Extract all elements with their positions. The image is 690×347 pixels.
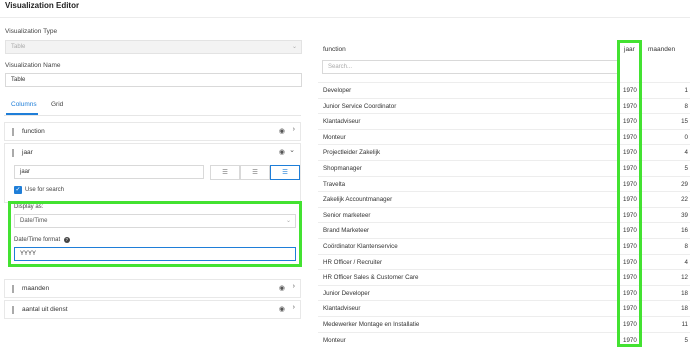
tab-grid[interactable]: Grid xyxy=(51,101,63,108)
column-title-input[interactable]: jaar xyxy=(14,165,204,179)
header-function[interactable]: function xyxy=(323,38,346,60)
chevron-right-icon[interactable]: › xyxy=(293,304,295,311)
column-item-maanden[interactable]: maanden ◉ › xyxy=(4,279,301,298)
cell-maanden: 16 xyxy=(681,227,688,235)
active-tab-indicator xyxy=(6,113,38,115)
cell-maanden: 0 xyxy=(684,133,688,141)
cell-maanden: 18 xyxy=(681,305,688,313)
cell-function: Medewerker Montage en Installatie xyxy=(323,321,420,328)
column-label: aantal uit dienst xyxy=(22,306,68,313)
cell-maanden: 8 xyxy=(684,102,688,110)
cell-function: Klantadviseur xyxy=(323,118,361,126)
tab-columns[interactable]: Columns xyxy=(11,101,37,108)
cell-function: Klantadviseur xyxy=(323,305,361,313)
cell-maanden: 5 xyxy=(684,336,688,344)
drag-handle-icon[interactable] xyxy=(12,149,14,157)
vis-type-select[interactable]: Table ⌄ xyxy=(5,40,302,54)
header-maanden[interactable]: maanden xyxy=(648,38,675,60)
highlight-box xyxy=(8,201,302,267)
drag-handle-icon[interactable] xyxy=(12,128,14,136)
chevron-down-icon: ⌄ xyxy=(291,44,297,50)
cell-maanden: 22 xyxy=(681,196,688,204)
cell-function: Monteur xyxy=(323,336,346,344)
cell-maanden: 39 xyxy=(681,211,688,219)
editor-tabs: Columns Grid xyxy=(4,100,301,116)
cell-function: Senior marketeer xyxy=(323,211,371,219)
drag-handle-icon[interactable] xyxy=(12,306,14,314)
cell-function: HR Officer Sales & Customer Care xyxy=(323,274,419,282)
cell-function: Zakelijk Accountmanager xyxy=(323,196,393,204)
align-right-button[interactable]: ☰ xyxy=(270,165,300,180)
cell-maanden: 29 xyxy=(681,180,688,188)
cell-maanden: 8 xyxy=(684,243,688,250)
eye-icon[interactable]: ◉ xyxy=(279,127,285,135)
column-item-aantal-uit-dienst[interactable]: aantal uit dienst ◉ › xyxy=(4,300,301,319)
cell-function: Travelta xyxy=(323,180,346,188)
table-preview: function jaar maanden Search... Develope… xyxy=(318,38,690,347)
column-label: maanden xyxy=(22,285,50,292)
eye-icon[interactable]: ◉ xyxy=(279,148,285,156)
cell-maanden: 11 xyxy=(681,321,688,328)
cell-maanden: 15 xyxy=(681,118,688,126)
eye-icon[interactable]: ◉ xyxy=(279,284,285,292)
vis-name-input[interactable]: Table xyxy=(5,73,302,87)
column-item-function[interactable]: function ◉ › xyxy=(4,122,301,141)
cell-maanden: 12 xyxy=(681,274,688,282)
align-center-button[interactable]: ☰ xyxy=(240,165,270,180)
chevron-down-icon[interactable]: ⌄ xyxy=(289,146,295,154)
cell-function: HR Officer / Recruiter xyxy=(323,258,383,266)
highlight-column xyxy=(617,40,642,347)
chevron-right-icon[interactable]: › xyxy=(293,283,295,290)
editor-panel: Visualization Type Table ⌄ Visualization… xyxy=(4,18,305,347)
cell-function: Junior Developer xyxy=(323,289,370,297)
table-search-input[interactable]: Search... xyxy=(322,60,619,74)
cell-function: Monteur xyxy=(323,133,346,141)
cell-function: Projectleider Zakelijk xyxy=(323,149,381,157)
cell-maanden: 1 xyxy=(684,87,688,94)
eye-icon[interactable]: ◉ xyxy=(279,305,285,313)
cell-function: Coördinator Klantenservice xyxy=(323,243,398,250)
use-for-search-checkbox[interactable]: ✓ xyxy=(14,186,22,194)
cell-function: Developer xyxy=(323,87,352,94)
vis-type-label: Visualization Type xyxy=(5,28,58,35)
use-for-search-label: Use for search xyxy=(25,187,65,193)
vis-name-label: Visualization Name xyxy=(5,62,61,69)
cell-maanden: 18 xyxy=(681,289,688,297)
cell-function: Junior Service Coordinator xyxy=(323,102,397,110)
chevron-right-icon[interactable]: › xyxy=(293,126,295,133)
column-label: function xyxy=(22,128,45,135)
cell-function: Brand Marketeer xyxy=(323,227,370,235)
cell-maanden: 5 xyxy=(684,165,688,172)
drag-handle-icon[interactable] xyxy=(12,285,14,293)
visualization-editor: Visualization Editor Visualization Type … xyxy=(0,0,690,347)
cell-maanden: 4 xyxy=(684,258,688,266)
align-left-button[interactable]: ☰ xyxy=(210,165,240,180)
cell-maanden: 4 xyxy=(684,149,688,157)
vis-type-value: Table xyxy=(11,44,26,50)
page-title: Visualization Editor xyxy=(5,1,80,10)
column-label: jaar xyxy=(22,149,33,156)
cell-function: Shopmanager xyxy=(323,165,362,172)
